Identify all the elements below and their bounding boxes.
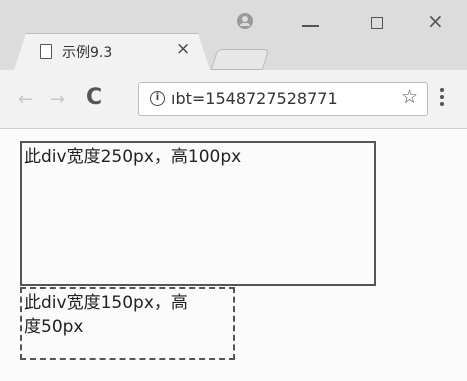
div-150x50: 此div宽度150px，高 度50px: [20, 287, 235, 360]
forward-arrow-icon[interactable]: →: [50, 89, 65, 110]
browser-toolbar: ← → C i ıbt=1548727528771 ☆: [0, 70, 467, 129]
profile-icon[interactable]: [237, 13, 253, 29]
page-icon: [40, 44, 52, 59]
url-text[interactable]: ıbt=1548727528771: [171, 89, 338, 108]
div-150x50-line2: 度50px: [24, 317, 84, 337]
maximize-icon[interactable]: [368, 14, 390, 36]
div-250x100: 此div宽度250px，高100px: [20, 141, 376, 286]
minimize-icon[interactable]: [300, 14, 322, 36]
new-tab-button[interactable]: [210, 49, 270, 70]
title-bar: 示例9.3 × ×: [0, 0, 467, 70]
div-150x50-line1: 此div宽度150px，高: [24, 293, 188, 313]
tab-title: 示例9.3: [62, 45, 113, 61]
back-arrow-icon[interactable]: ←: [18, 89, 33, 110]
address-bar[interactable]: i ıbt=1548727528771 ☆: [138, 82, 428, 116]
bookmark-star-icon[interactable]: ☆: [401, 86, 418, 108]
info-icon[interactable]: i: [150, 91, 165, 106]
browser-tab[interactable]: 示例9.3 ×: [14, 33, 210, 70]
reload-icon[interactable]: C: [86, 85, 102, 110]
menu-icon[interactable]: [440, 88, 444, 110]
div-150x50-text: 此div宽度150px，高 度50px: [22, 289, 233, 341]
div-250x100-text: 此div宽度250px，高100px: [24, 147, 242, 167]
tab-close-icon[interactable]: ×: [176, 39, 190, 59]
close-icon[interactable]: ×: [427, 9, 449, 33]
